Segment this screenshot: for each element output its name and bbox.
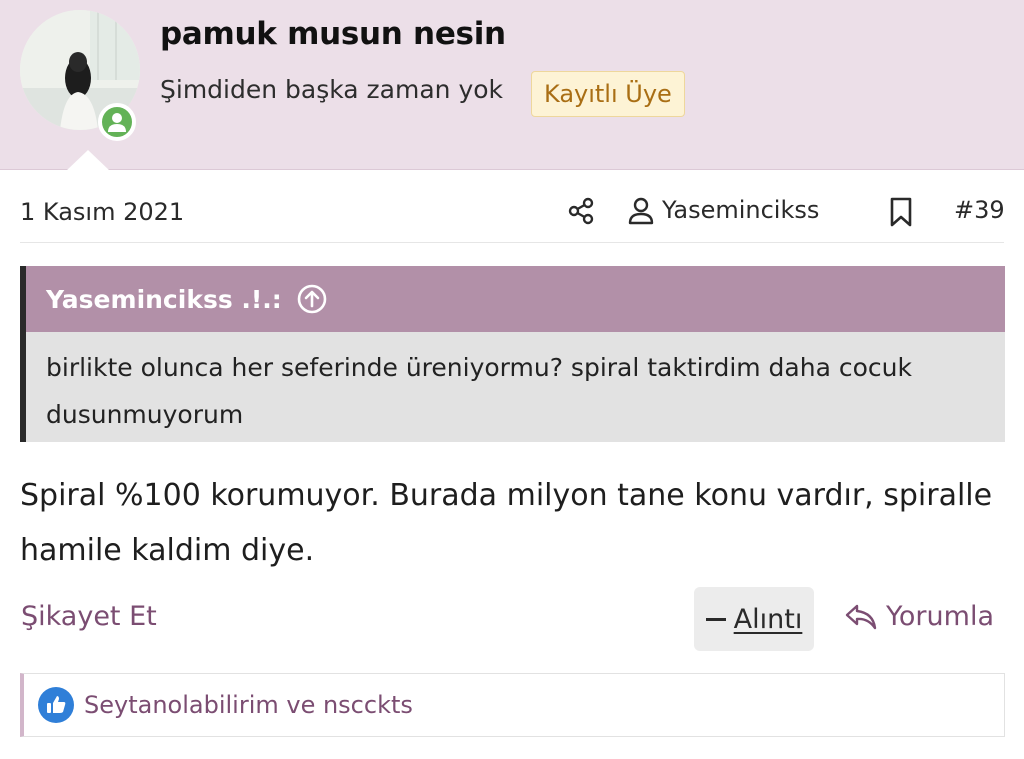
username[interactable]: pamuk musun nesin [160,16,506,52]
report-button[interactable]: Şikayet Et [21,601,157,632]
user-title: Şimdiden başka zaman yok [160,75,504,104]
post-author-link[interactable]: Yasemincikss [662,196,819,224]
post-meta-row: 1 Kasım 2021 [0,180,1024,244]
quote-button-label: Alıntı [733,603,803,635]
post-date[interactable]: 1 Kasım 2021 [20,198,184,226]
user-header: pamuk musun nesin Şimdiden başka zaman y… [0,0,1024,171]
online-status-icon [98,103,136,141]
header-pointer [66,150,110,171]
post-number[interactable]: #39 [954,196,1005,224]
message-text: Spiral %100 korumuyor. Burada milyon tan… [20,478,993,568]
arrow-up-circle-icon[interactable] [296,283,328,315]
reactions-bar: Seytanolabilirim ve nscckts [20,673,1005,737]
quote-button[interactable]: Alıntı [694,587,814,651]
quote-author[interactable]: Yasemincikss .!.: [46,285,282,314]
reply-button[interactable]: Yorumla [844,601,994,632]
person-icon [108,113,126,132]
divider [20,242,1004,243]
quote-text: birlikte olunca her seferinde üreniyormu… [46,353,912,429]
quote-header[interactable]: Yasemincikss .!.: [26,266,1005,332]
reaction-users-link[interactable]: Seytanolabilirim ve nscckts [84,691,413,719]
user-icon[interactable] [626,196,656,226]
quote-block: Yasemincikss .!.: birlikte olunca her se… [20,266,1005,442]
minus-icon [705,617,726,621]
reply-button-label: Yorumla [886,601,994,632]
thumbs-up-icon [38,687,74,723]
reply-arrow-icon [845,604,877,629]
share-icon[interactable] [566,196,596,226]
bookmark-icon[interactable] [888,196,914,228]
user-badge: Kayıtlı Üye [531,71,685,117]
